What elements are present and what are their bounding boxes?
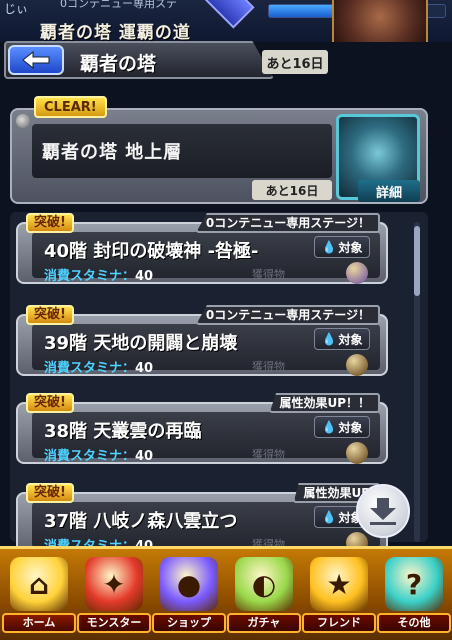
page-header: 覇者の塔 あと16日 bbox=[0, 36, 452, 82]
stage-inner-panel: 37階 八岐ノ森八雲立つ 💧 対象 消費スタミナ：40 獲得物 bbox=[32, 502, 380, 554]
nav-label: ホーム bbox=[2, 613, 76, 633]
reward-orb-icon bbox=[346, 354, 368, 376]
target-label: 対象 bbox=[338, 240, 363, 255]
stage-inner-panel: 40階 封印の破壊神 -咎極- 💧 対象 消費スタミナ：40 獲得物 bbox=[32, 232, 380, 284]
target-label: 対象 bbox=[338, 332, 363, 347]
stage-title: 38階 天叢雲の再臨 bbox=[44, 421, 202, 442]
clear-break-badge: 突破! bbox=[26, 393, 74, 413]
clear-break-badge: 突破! bbox=[26, 213, 74, 233]
target-button[interactable]: 💧 対象 bbox=[314, 328, 370, 350]
stamina-label: 消費スタミナ： bbox=[44, 449, 136, 464]
days-left-badge: あと16日 bbox=[262, 50, 328, 74]
clear-break-badge: 突破! bbox=[26, 305, 74, 325]
nav-item-2[interactable]: ● ショップ bbox=[152, 555, 226, 637]
quest-days-left: あと16日 bbox=[252, 180, 332, 200]
stage-tag: 属性効果UP！！ bbox=[269, 393, 380, 413]
stamina-cost: 消費スタミナ：40 bbox=[44, 445, 153, 464]
nav-item-4[interactable]: ★ フレンド bbox=[302, 555, 376, 637]
download-icon bbox=[370, 498, 396, 525]
download-button[interactable] bbox=[356, 484, 410, 538]
stamina-cost: 消費スタミナ：40 bbox=[44, 357, 153, 376]
egg-icon: ◐ bbox=[235, 557, 293, 611]
stage-title: 39階 天地の開闢と崩壊 bbox=[44, 333, 238, 354]
stage-tag: 0コンテニュー専用ステージ！ bbox=[195, 213, 380, 233]
nav-label: モンスター bbox=[77, 613, 151, 633]
target-button[interactable]: 💧 対象 bbox=[314, 416, 370, 438]
stage-tag: 0コンテニュー専用ステージ！ bbox=[195, 305, 380, 325]
nav-label: ショップ bbox=[152, 613, 226, 633]
scrollbar-thumb[interactable] bbox=[414, 226, 420, 296]
orb-icon: ● bbox=[160, 557, 218, 611]
stamina-label: 消費スタミナ： bbox=[44, 361, 136, 376]
reward-label: 獲得物 bbox=[252, 360, 285, 373]
monster-icon: ✦ bbox=[85, 557, 143, 611]
detail-button[interactable]: 詳細 bbox=[358, 180, 420, 202]
reward-orb-icon bbox=[346, 442, 368, 464]
stage-inner-panel: 38階 天叢雲の再臨 💧 対象 消費スタミナ：40 獲得物 bbox=[32, 412, 380, 464]
target-label: 対象 bbox=[338, 420, 363, 435]
user-name: じぃ bbox=[4, 2, 29, 16]
clear-break-badge: 突破! bbox=[26, 483, 74, 503]
stage-name-text: 0コンテニュー専用ステ bbox=[60, 0, 177, 10]
nav-item-5[interactable]: ? その他 bbox=[377, 555, 451, 637]
nav-label: フレンド bbox=[302, 613, 376, 633]
nav-item-1[interactable]: ✦ モンスター bbox=[77, 555, 151, 637]
clear-badge: CLEAR! bbox=[34, 96, 107, 118]
stamina-value: 40 bbox=[135, 449, 154, 464]
water-drop-icon: 💧 bbox=[321, 332, 337, 346]
stamina-value: 40 bbox=[135, 269, 154, 284]
target-button[interactable]: 💧 対象 bbox=[314, 236, 370, 258]
friend-icon: ★ bbox=[310, 557, 368, 611]
quest-name-panel: 覇者の塔 地上層 bbox=[32, 124, 332, 178]
featured-quest-card[interactable]: CLEAR! 覇者の塔 地上層 あと16日 詳細 bbox=[10, 96, 428, 204]
stamina-cost: 消費スタミナ：40 bbox=[44, 265, 153, 284]
stamina-value: 40 bbox=[135, 361, 154, 376]
nav-label: その他 bbox=[377, 613, 451, 633]
page-title: 覇者の塔 bbox=[80, 53, 157, 75]
reward-label: 獲得物 bbox=[252, 268, 285, 281]
reward-label: 獲得物 bbox=[252, 448, 285, 461]
gem-icon bbox=[199, 0, 255, 29]
stage-card[interactable]: 39階 天地の開闢と崩壊 💧 対象 消費スタミナ：40 獲得物 突破! 0コンテ… bbox=[16, 305, 388, 376]
nav-item-3[interactable]: ◐ ガチャ bbox=[227, 555, 301, 637]
stage-card[interactable]: 37階 八岐ノ森八雲立つ 💧 対象 消費スタミナ：40 獲得物 突破! 属性効果… bbox=[16, 483, 388, 554]
quest-name: 覇者の塔 地上層 bbox=[42, 142, 183, 163]
water-drop-icon: 💧 bbox=[321, 240, 337, 254]
stage-title: 37階 八岐ノ森八雲立つ bbox=[44, 511, 238, 532]
water-drop-icon: 💧 bbox=[321, 420, 337, 434]
stage-title: 40階 封印の破壊神 -咎極- bbox=[44, 241, 259, 262]
bottom-navigation: ⌂ ホーム ✦ モンスター ● ショップ ◐ ガチャ ★ フレンド ? その他 bbox=[0, 546, 452, 640]
water-drop-icon: 💧 bbox=[321, 510, 337, 524]
nav-label: ガチャ bbox=[227, 613, 301, 633]
stage-card[interactable]: 40階 封印の破壊神 -咎極- 💧 対象 消費スタミナ：40 獲得物 突破! 0… bbox=[16, 213, 388, 284]
reward-orb-icon bbox=[346, 262, 368, 284]
other-icon: ? bbox=[385, 557, 443, 611]
stage-inner-panel: 39階 天地の開闢と崩壊 💧 対象 消費スタミナ：40 獲得物 bbox=[32, 324, 380, 376]
back-button[interactable] bbox=[8, 45, 64, 75]
back-arrow-icon bbox=[22, 50, 50, 70]
stamina-label: 消費スタミナ： bbox=[44, 269, 136, 284]
home-icon: ⌂ bbox=[10, 557, 68, 611]
pin-icon bbox=[16, 114, 30, 128]
stage-card[interactable]: 38階 天叢雲の再臨 💧 対象 消費スタミナ：40 獲得物 突破! 属性効果UP… bbox=[16, 393, 388, 464]
nav-item-0[interactable]: ⌂ ホーム bbox=[2, 555, 76, 637]
